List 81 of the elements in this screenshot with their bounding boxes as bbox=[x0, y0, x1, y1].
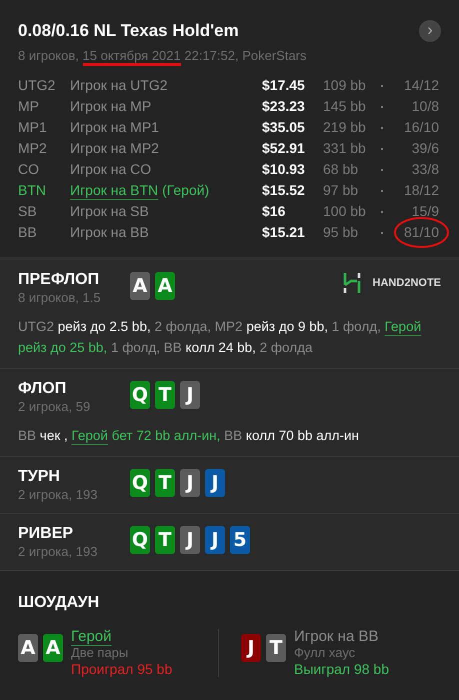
stack-bb: 145 bb bbox=[323, 98, 366, 114]
stack-amount: $15.52 bbox=[262, 181, 306, 200]
position-label: MP2 bbox=[18, 139, 48, 158]
street-info: 8 игроков, 1.5 bbox=[18, 290, 102, 306]
playing-card: J bbox=[205, 526, 225, 554]
player-name: Игрок на MP2 bbox=[70, 140, 159, 156]
street-title: ФЛОП bbox=[18, 379, 68, 399]
playing-card: A bbox=[155, 272, 175, 300]
playing-card: T bbox=[155, 469, 175, 497]
player-stat: 39/6 bbox=[412, 140, 439, 156]
player-stat: 10/8 bbox=[412, 98, 439, 114]
stack-bb: 97 bb bbox=[323, 182, 358, 198]
position-label: CO bbox=[18, 160, 40, 179]
player-name[interactable]: Игрок на BTN bbox=[70, 182, 158, 198]
stack-amount: $23.23 bbox=[262, 97, 306, 116]
playing-card: Q bbox=[130, 526, 150, 554]
playing-card: T bbox=[155, 381, 175, 409]
playing-card: A bbox=[43, 634, 63, 662]
playing-card: J bbox=[241, 634, 261, 662]
playing-card: J bbox=[180, 526, 200, 554]
stack-amount: $35.05 bbox=[262, 118, 306, 137]
stack-amount: $15.21 bbox=[262, 223, 306, 242]
next-button[interactable]: › bbox=[419, 20, 441, 42]
street-info: 2 игрока, 59 bbox=[18, 399, 92, 415]
position-label: MP1 bbox=[18, 118, 48, 137]
player-name: Игрок на MP1 bbox=[70, 119, 159, 135]
playing-card: Q bbox=[130, 381, 150, 409]
street-title: ТУРН bbox=[18, 467, 61, 487]
player-name: Игрок на BB bbox=[70, 224, 149, 240]
stack-bb: 109 bb bbox=[323, 77, 366, 93]
hero-tag: (Герой) bbox=[162, 182, 210, 198]
player-name[interactable]: Герой bbox=[71, 629, 172, 645]
stack-amount: $16 bbox=[262, 202, 286, 221]
stack-bb: 68 bb bbox=[323, 161, 358, 177]
player-name: Игрок на SB bbox=[70, 203, 149, 219]
playing-card: 5 bbox=[230, 526, 250, 554]
player-name: Игрок на MP bbox=[70, 98, 152, 114]
stack-amount: $17.45 bbox=[262, 76, 306, 95]
player-name: Игрок на UTG2 bbox=[70, 77, 168, 93]
player-stat: 81/10 bbox=[404, 224, 439, 240]
playing-card: T bbox=[155, 526, 175, 554]
street-info: 2 игрока, 193 bbox=[18, 487, 98, 503]
player-stat: 14/12 bbox=[404, 77, 439, 93]
position-label: UTG2 bbox=[18, 76, 56, 95]
stack-bb: 219 bb bbox=[323, 119, 366, 135]
playing-card: A bbox=[130, 272, 150, 300]
logo-icon bbox=[342, 272, 361, 294]
player-name: Игрок на BB bbox=[294, 629, 380, 645]
position-label: MP bbox=[18, 97, 40, 116]
street-title: РИВЕР bbox=[18, 524, 74, 544]
playing-card: J bbox=[180, 469, 200, 497]
playing-card: Q bbox=[130, 469, 150, 497]
playing-card: J bbox=[205, 469, 225, 497]
stack-amount: $10.93 bbox=[262, 160, 306, 179]
hand-title: 0.08/0.16 NL Texas Hold'em bbox=[18, 20, 239, 42]
playing-card: T bbox=[266, 634, 286, 662]
hand-subtitle: 8 игроков, 15 октября 2021 22:17:52, PokerStars bbox=[18, 46, 441, 65]
player-stat: 33/8 bbox=[412, 161, 439, 177]
player-stat: 15/9 bbox=[412, 203, 439, 219]
player-stat: 18/12 bbox=[404, 182, 439, 198]
stack-amount: $52.91 bbox=[262, 139, 306, 158]
stack-bb: 95 bb bbox=[323, 224, 358, 240]
action-log: BB чек , Герой бет 72 bb алл-ин, BB колл 70 bb алл-ин bbox=[18, 427, 360, 445]
logo-text: HAND2NOTE bbox=[372, 276, 441, 291]
street-title: ПРЕФЛОП bbox=[18, 270, 100, 290]
hand-combo: Фулл хаус bbox=[294, 645, 356, 661]
street-info: 2 игрока, 193 bbox=[18, 544, 98, 560]
showdown-title: ШОУДАУН bbox=[18, 593, 100, 613]
action-log: UTG2 рейз до 2.5 bb, 2 фолда, MP2 рейз до 9 bb, 1 фолд, Герой рейз до 25 bb, 1 фолд, BB колл 24 bb, 2 фолда bbox=[18, 318, 422, 357]
position-label: BB bbox=[18, 223, 38, 242]
stack-bb: 100 bb bbox=[323, 203, 366, 219]
playing-card: A bbox=[18, 634, 38, 662]
hand-combo: Две пары bbox=[71, 645, 130, 661]
position-label: BTN bbox=[18, 181, 47, 200]
position-label: SB bbox=[18, 202, 38, 221]
stack-bb: 331 bb bbox=[323, 140, 366, 156]
hand-result: Проиграл 95 bb bbox=[71, 661, 172, 677]
hand-result: Выиграл 98 bb bbox=[294, 661, 389, 677]
playing-card: J bbox=[180, 381, 200, 409]
player-stat: 16/10 bbox=[404, 119, 439, 135]
player-name: Игрок на CO bbox=[70, 161, 152, 177]
